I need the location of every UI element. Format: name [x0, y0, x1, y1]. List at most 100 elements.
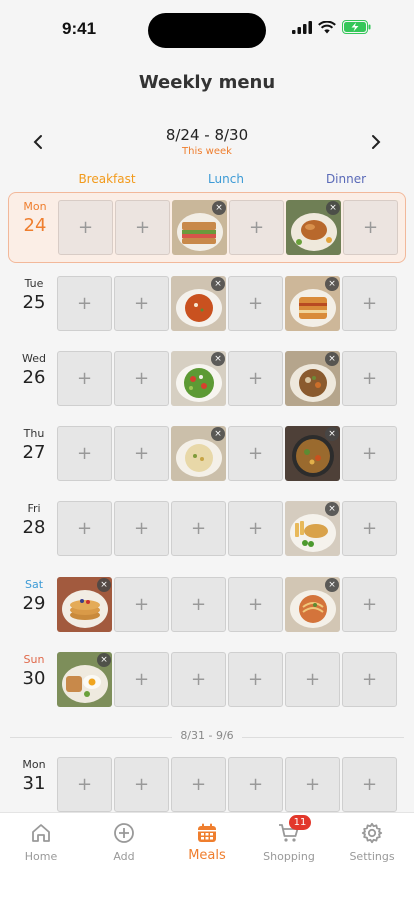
add-meal-slot[interactable]: +	[228, 652, 283, 707]
plus-icon: +	[304, 669, 321, 690]
day-label: Thu 27	[14, 427, 54, 463]
add-meal-slot[interactable]: +	[171, 652, 226, 707]
plus-icon: +	[76, 518, 93, 539]
add-meal-slot[interactable]: +	[171, 577, 226, 632]
add-meal-slot[interactable]: +	[57, 276, 112, 331]
remove-meal-button[interactable]: ×	[325, 277, 339, 291]
tab-shopping[interactable]: 11 Shopping	[251, 815, 327, 863]
day-label: Mon 24	[15, 200, 55, 236]
add-meal-slot[interactable]: +	[342, 501, 397, 556]
remove-meal-button[interactable]: ×	[325, 502, 339, 516]
remove-meal-button[interactable]: ×	[325, 352, 339, 366]
add-meal-slot[interactable]: +	[114, 652, 169, 707]
meal-photo-pancakes[interactable]: ×	[57, 577, 112, 632]
add-meal-slot[interactable]: +	[229, 200, 284, 255]
add-meal-slot[interactable]: +	[228, 276, 283, 331]
meal-photo-eggs-toast[interactable]: ×	[57, 652, 112, 707]
plus-icon: +	[248, 217, 265, 238]
plus-icon: +	[247, 368, 264, 389]
plus-icon: +	[133, 774, 150, 795]
plus-icon: +	[247, 594, 264, 615]
add-meal-slot[interactable]: +	[114, 757, 169, 812]
remove-meal-button[interactable]: ×	[212, 201, 226, 215]
dinner-header: Dinner	[325, 172, 367, 186]
meal-photo-fish-and-chips[interactable]: ×	[285, 501, 340, 556]
tab-settings[interactable]: Settings	[334, 821, 410, 863]
next-week-button[interactable]	[362, 128, 390, 156]
plus-icon: +	[134, 217, 151, 238]
remove-meal-button[interactable]: ×	[97, 578, 111, 592]
remove-meal-button[interactable]: ×	[211, 277, 225, 291]
add-meal-slot[interactable]: +	[342, 652, 397, 707]
add-meal-slot[interactable]: +	[228, 351, 283, 406]
day-of-week: Mon	[23, 200, 47, 213]
add-meal-slot[interactable]: +	[342, 351, 397, 406]
add-meal-slot[interactable]: +	[114, 501, 169, 556]
meal-photo-lasagna[interactable]: ×	[285, 276, 340, 331]
tab-meals-label: Meals	[188, 848, 226, 863]
tab-add[interactable]: Add	[86, 821, 162, 863]
tab-home[interactable]: Home	[3, 821, 79, 863]
add-meal-slot[interactable]: +	[57, 757, 112, 812]
add-meal-slot[interactable]: +	[171, 757, 226, 812]
signal-icon	[292, 20, 312, 34]
add-meal-slot[interactable]: +	[114, 351, 169, 406]
day-of-week: Tue	[24, 277, 44, 290]
plus-icon: +	[247, 669, 264, 690]
meal-photo-salad[interactable]: ×	[171, 351, 226, 406]
tab-home-label: Home	[24, 850, 58, 863]
add-circle-icon	[114, 823, 134, 843]
add-meal-slot[interactable]: +	[57, 426, 112, 481]
remove-meal-button[interactable]: ×	[211, 427, 225, 441]
add-meal-slot[interactable]: +	[57, 351, 112, 406]
add-meal-slot[interactable]: +	[228, 577, 283, 632]
add-meal-slot[interactable]: +	[343, 200, 398, 255]
add-meal-slot[interactable]: +	[228, 757, 283, 812]
meal-photo-tomato-soup[interactable]: ×	[171, 276, 226, 331]
remove-meal-button[interactable]: ×	[97, 653, 111, 667]
add-meal-slot[interactable]: +	[342, 757, 397, 812]
add-meal-slot[interactable]: +	[57, 501, 112, 556]
add-meal-slot[interactable]: +	[342, 577, 397, 632]
day-row: Tue 25 + + × + × +	[0, 276, 414, 336]
meal-photo-porridge[interactable]: ×	[171, 426, 226, 481]
week-range: 8/24 - 8/30	[165, 126, 249, 144]
plus-icon: +	[76, 368, 93, 389]
remove-meal-button[interactable]: ×	[325, 578, 339, 592]
plus-icon: +	[76, 293, 93, 314]
meal-photo-roast-chicken[interactable]: ×	[286, 200, 341, 255]
tab-settings-label: Settings	[349, 850, 395, 863]
add-meal-slot[interactable]: +	[228, 426, 283, 481]
plus-icon: +	[361, 594, 378, 615]
tab-meals[interactable]: Meals	[169, 821, 245, 863]
add-meal-slot[interactable]: +	[342, 426, 397, 481]
add-meal-slot[interactable]: +	[171, 501, 226, 556]
day-number: 30	[22, 668, 46, 689]
meal-photo-pasta[interactable]: ×	[285, 577, 340, 632]
add-meal-slot[interactable]: +	[285, 757, 340, 812]
add-meal-slot[interactable]: +	[58, 200, 113, 255]
add-meal-slot[interactable]: +	[342, 276, 397, 331]
plus-icon: +	[76, 443, 93, 464]
add-meal-slot[interactable]: +	[114, 577, 169, 632]
add-meal-slot[interactable]: +	[228, 501, 283, 556]
remove-meal-button[interactable]: ×	[211, 352, 225, 366]
remove-meal-button[interactable]: ×	[326, 201, 340, 215]
day-of-week: Sun	[23, 653, 45, 666]
day-of-week: Wed	[22, 352, 46, 365]
tab-bar: Home Add Meals 11 Shopping Settings	[0, 812, 414, 900]
meal-photo-sandwich[interactable]: ×	[172, 200, 227, 255]
add-meal-slot[interactable]: +	[115, 200, 170, 255]
day-row-today: Mon 24 + + × + × +	[8, 192, 406, 263]
status-bar: 9:41	[0, 0, 414, 62]
add-meal-slot[interactable]: +	[114, 276, 169, 331]
plus-icon: +	[133, 594, 150, 615]
gear-icon	[361, 822, 383, 844]
add-meal-slot[interactable]: +	[114, 426, 169, 481]
meal-photo-skillet[interactable]: ×	[285, 426, 340, 481]
remove-meal-button[interactable]: ×	[325, 427, 339, 441]
meal-photo-stew[interactable]: ×	[285, 351, 340, 406]
add-meal-slot[interactable]: +	[285, 652, 340, 707]
day-label: Sat 29	[14, 578, 54, 614]
day-of-week: Mon	[22, 758, 46, 771]
